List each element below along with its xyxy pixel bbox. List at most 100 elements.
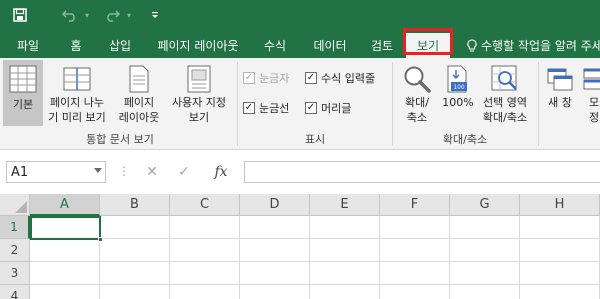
cancel-icon[interactable]: ✕ <box>140 162 164 182</box>
column-header-e[interactable]: E <box>310 194 380 216</box>
tab-view[interactable]: 보기 <box>406 33 450 58</box>
cell-h4[interactable] <box>520 285 600 299</box>
page-layout-view-button[interactable]: 페이지 레이아웃 <box>112 60 166 126</box>
column-header-b[interactable]: B <box>100 194 170 216</box>
active-cell-selection[interactable] <box>30 216 103 242</box>
cell-g2[interactable] <box>450 239 520 262</box>
cell-f3[interactable] <box>380 262 450 285</box>
show-group-label: 표시 <box>304 133 326 146</box>
formula-bar-resize-handle[interactable]: ⋮ <box>118 164 130 178</box>
formula-bar-checkbox-mark: ✓ <box>305 72 317 84</box>
column-header-a[interactable]: A <box>30 194 100 216</box>
cell-b1[interactable] <box>100 216 170 239</box>
customize-qat-icon[interactable] <box>148 5 162 25</box>
ruler-checkbox[interactable]: ✓ 눈금자 <box>243 70 289 86</box>
tab-data[interactable]: 데이터 <box>305 33 355 58</box>
cell-d1[interactable] <box>240 216 310 239</box>
arrange-all-label-1: 모 <box>589 96 600 109</box>
cell-g3[interactable] <box>450 262 520 285</box>
zoom-100-button[interactable]: 100 100% <box>440 60 476 126</box>
cell-e4[interactable] <box>310 285 380 299</box>
row-header-3[interactable]: 3 <box>0 262 30 285</box>
zoom-button[interactable]: 확대/ 축소 <box>396 60 438 126</box>
cell-c2[interactable] <box>170 239 240 262</box>
cell-h3[interactable] <box>520 262 600 285</box>
tab-page-layout[interactable]: 페이지 레이아웃 <box>148 33 248 58</box>
tab-file[interactable]: 파일 <box>6 33 50 58</box>
name-box[interactable]: A1 <box>6 161 106 183</box>
tab-home[interactable]: 홈 <box>60 33 92 58</box>
gridlines-label: 눈금선 <box>259 102 290 115</box>
row-header-4[interactable]: 4 <box>0 285 30 299</box>
column-header-f[interactable]: F <box>380 194 450 216</box>
cell-f4[interactable] <box>380 285 450 299</box>
cell-b3[interactable] <box>100 262 170 285</box>
row-header-2[interactable]: 2 <box>0 239 30 262</box>
formula-bar-label: 수식 입력줄 <box>321 72 376 85</box>
normal-view-icon <box>8 63 38 95</box>
formula-bar: A1 ⋮ ✕ ✓ fx <box>0 150 600 194</box>
cell-a2[interactable] <box>30 239 100 262</box>
zoom-to-selection-button[interactable]: 선택 영역 확대/축소 <box>476 60 534 126</box>
tab-insert[interactable]: 삽입 <box>100 33 140 58</box>
zoom-100-icon: 100 <box>446 63 470 95</box>
cell-h1[interactable] <box>520 216 600 239</box>
ribbon-panel: 기본 페이지 나누 기 미리 보기 페이지 레이아웃 사용자 지정 보기 통합 … <box>0 58 600 150</box>
arrange-all-button[interactable]: 모 정 <box>580 60 600 126</box>
cell-d2[interactable] <box>240 239 310 262</box>
insert-function-icon[interactable]: fx <box>206 162 236 182</box>
tab-formulas[interactable]: 수식 <box>255 33 295 58</box>
cell-g4[interactable] <box>450 285 520 299</box>
column-header-g[interactable]: G <box>450 194 520 216</box>
cell-a4[interactable] <box>30 285 100 299</box>
cell-b2[interactable] <box>100 239 170 262</box>
formula-input[interactable] <box>244 161 600 183</box>
zoom-label-2: 축소 <box>406 111 428 124</box>
name-box-dropdown-icon[interactable] <box>94 168 102 173</box>
undo-dropdown-icon[interactable]: ▾ <box>82 5 92 25</box>
headings-checkbox[interactable]: ✓ 머리글 <box>305 100 351 116</box>
cell-f2[interactable] <box>380 239 450 262</box>
row-header-1[interactable]: 1 <box>0 216 30 239</box>
group-separator <box>538 62 539 146</box>
new-window-label: 새 창 <box>548 96 572 109</box>
magnifier-icon <box>402 63 432 95</box>
column-header-h[interactable]: H <box>520 194 600 216</box>
normal-view-button[interactable]: 기본 <box>3 60 43 126</box>
gridlines-checkbox[interactable]: ✓ 눈금선 <box>243 100 289 116</box>
new-window-button[interactable]: 새 창 <box>542 60 578 126</box>
cell-f1[interactable] <box>380 216 450 239</box>
fill-handle[interactable] <box>98 237 103 242</box>
cell-e2[interactable] <box>310 239 380 262</box>
cell-h2[interactable] <box>520 239 600 262</box>
cell-d3[interactable] <box>240 262 310 285</box>
cell-e1[interactable] <box>310 216 380 239</box>
custom-views-button[interactable]: 사용자 지정 보기 <box>166 60 232 126</box>
undo-icon[interactable] <box>60 5 80 25</box>
group-separator <box>237 62 238 146</box>
cell-d4[interactable] <box>240 285 310 299</box>
cell-c1[interactable] <box>170 216 240 239</box>
cell-a3[interactable] <box>30 262 100 285</box>
column-header-c[interactable]: C <box>170 194 240 216</box>
cell-e3[interactable] <box>310 262 380 285</box>
formula-bar-checkbox[interactable]: ✓ 수식 입력줄 <box>305 70 375 86</box>
tab-review[interactable]: 검토 <box>362 33 402 58</box>
page-break-preview-label-1: 페이지 나누 <box>49 96 105 109</box>
redo-dropdown-icon[interactable]: ▾ <box>124 5 134 25</box>
redo-icon[interactable] <box>102 5 122 25</box>
zoom-100-label: 100% <box>442 96 474 109</box>
arrange-all-label-2: 정 <box>589 111 600 124</box>
cell-c4[interactable] <box>170 285 240 299</box>
cell-b4[interactable] <box>100 285 170 299</box>
tell-me-box[interactable]: 수행할 작업을 알려 주세요 <box>466 33 600 58</box>
cell-c3[interactable] <box>170 262 240 285</box>
tell-me-text: 수행할 작업을 알려 주세요 <box>481 39 600 53</box>
worksheet-grid: A B C D E F G H 1 2 3 4 <box>0 194 600 299</box>
select-all-button[interactable] <box>0 194 30 216</box>
page-break-preview-button[interactable]: 페이지 나누 기 미리 보기 <box>44 60 110 126</box>
save-icon[interactable] <box>10 5 30 25</box>
column-header-d[interactable]: D <box>240 194 310 216</box>
cell-g1[interactable] <box>450 216 520 239</box>
enter-icon[interactable]: ✓ <box>172 162 196 182</box>
